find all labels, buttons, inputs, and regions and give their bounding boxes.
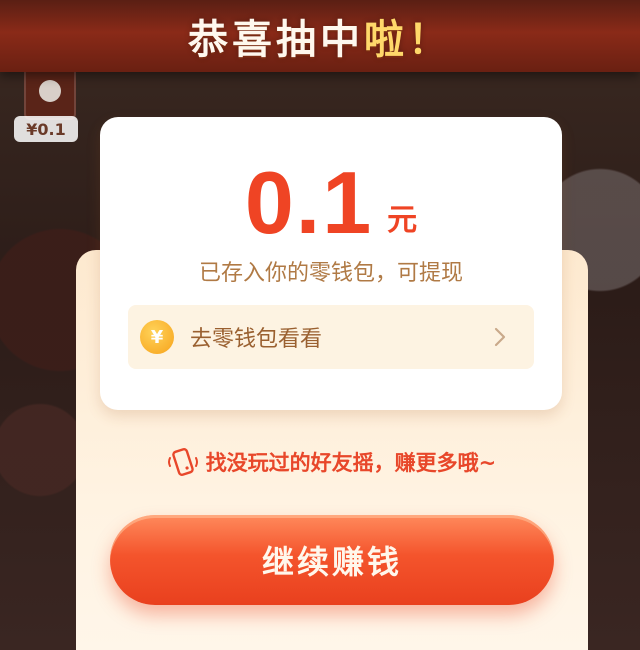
amount-row: 0.1 元 [100,157,562,247]
title-banner: 恭喜抽中啦！ [0,0,640,72]
background-mini-card [24,66,76,120]
chevron-right-icon [494,327,506,347]
reward-amount: 0.1 [244,153,374,252]
continue-earning-button[interactable]: 继续赚钱 [110,515,554,605]
saved-to-wallet-text: 已存入你的零钱包，可提现 [198,261,463,286]
reward-card: 0.1 元 已存入你的零钱包，可提现 ¥ 去零钱包看看 [100,117,562,410]
title-accent: 啦！ [364,17,452,63]
page-title: 恭喜抽中啦！ [188,7,452,65]
invite-text: 找没玩过的好友摇，赚更多哦~ [205,451,497,475]
go-to-wallet-link[interactable]: ¥ 去零钱包看看 [128,305,534,369]
wallet-link-label: 去零钱包看看 [190,327,323,352]
reward-unit: 元 [387,203,418,238]
continue-button-label: 继续赚钱 [261,543,402,581]
coin-icon: ¥ [140,320,174,354]
title-main: 恭喜抽中 [188,17,364,63]
phone-shake-icon [167,448,198,476]
background-mini-card-label: ¥0.1 [14,116,78,142]
mini-card-icon [39,80,61,102]
invite-friends-row[interactable]: 找没玩过的好友摇，赚更多哦~ [100,444,562,480]
